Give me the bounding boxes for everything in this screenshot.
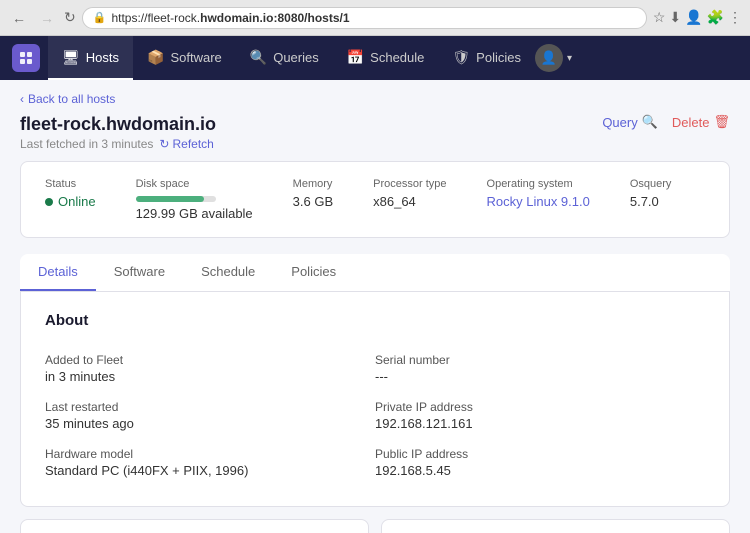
host-header: fleet-rock.hwdomain.io Last fetched in 3… [0,114,750,161]
refresh-button[interactable]: ↻ [64,9,76,26]
hosts-icon: 🖥 [62,49,80,66]
stat-processor: Processor type x86_64 [373,178,446,221]
query-icon: 🔍 [642,114,658,130]
tab-software[interactable]: Software [96,254,183,291]
address-bar[interactable]: 🔒 https://fleet-rock.hwdomain.io:8080/ho… [82,7,647,29]
delete-button[interactable]: Delete 🗑 [672,114,730,130]
stat-os-link[interactable]: Rocky Linux 9.1.0 [487,194,590,209]
menu-button[interactable]: ⋮ [728,9,742,26]
logo-icon [18,50,34,66]
about-restarted: Last restarted 35 minutes ago [45,392,375,439]
details-content: About Added to Fleet in 3 minutes Serial… [20,292,730,507]
nav-tab-policies[interactable]: 🛡 Policies [438,36,535,80]
extensions-button[interactable]: 🧩 [707,9,724,26]
stats-card: Status Online Disk space 129.99 GB avail… [20,161,730,238]
policies-icon: 🛡 [452,49,470,66]
about-added: Added to Fleet in 3 minutes [45,345,375,392]
forward-button[interactable]: → [36,8,58,28]
refetch-icon: ↻ [159,137,169,151]
back-button[interactable]: ← [8,8,30,28]
lock-icon: 🔒 [93,11,107,24]
query-button[interactable]: Query 🔍 [602,114,658,130]
nav-tab-software[interactable]: 📦 Software [133,36,236,80]
detail-tabs: Details Software Schedule Policies [20,254,730,292]
schedule-icon: 📅 [347,49,364,66]
nav-tab-hosts[interactable]: 🖥 Hosts [48,36,133,80]
back-chevron-icon: ‹ [20,92,24,106]
page-content: ‹ Back to all hosts fleet-rock.hwdomain.… [0,80,750,533]
disk-bar [136,196,216,202]
labels-card: Labels All Hosts All Linux [381,519,730,533]
agent-options-card: Agent options Config TLS refresh 1 min L… [20,519,369,533]
stat-disk: Disk space 129.99 GB available [136,178,253,221]
tab-policies[interactable]: Policies [273,254,354,291]
avatar-chevron-icon: ▾ [567,53,572,64]
about-public-ip: Public IP address 192.168.5.45 [375,439,705,486]
nav-logo[interactable] [12,44,40,72]
host-actions: Query 🔍 Delete 🗑 [602,114,730,130]
avatar: 👤 [535,44,563,72]
nav-tabs: 🖥 Hosts 📦 Software 🔍 Queries 📅 Schedule … [48,36,535,80]
browser-chrome: ← → ↻ 🔒 https://fleet-rock.hwdomain.io:8… [0,0,750,36]
delete-icon: 🗑 [713,114,730,130]
about-grid: Added to Fleet in 3 minutes Serial numbe… [45,345,705,486]
host-fetched: Last fetched in 3 minutes ↻ Refetch [20,137,216,151]
bookmark-button[interactable]: ☆ [653,9,666,26]
profile-button[interactable]: 👤 [685,9,702,26]
about-title: About [45,312,705,329]
stat-osquery: Osquery 5.7.0 [630,178,672,221]
stat-memory: Memory 3.6 GB [293,178,333,221]
about-hardware: Hardware model Standard PC (i440FX + PII… [45,439,375,486]
software-icon: 📦 [147,49,164,66]
download-button[interactable]: ⬇ [669,9,681,26]
tab-schedule[interactable]: Schedule [183,254,273,291]
about-serial: Serial number --- [375,345,705,392]
host-title-section: fleet-rock.hwdomain.io Last fetched in 3… [20,114,216,151]
tab-details[interactable]: Details [20,254,96,291]
avatar-wrapper[interactable]: 👤 ▾ [535,44,572,72]
browser-actions: ☆ ⬇ 👤 🧩 ⋮ [653,9,742,26]
back-to-hosts-link[interactable]: ‹ Back to all hosts [0,80,750,114]
navbar: 🖥 Hosts 📦 Software 🔍 Queries 📅 Schedule … [0,36,750,80]
bottom-row: Agent options Config TLS refresh 1 min L… [20,519,730,533]
stat-status-value: Online [45,194,96,209]
nav-tab-queries[interactable]: 🔍 Queries [236,36,333,80]
disk-fill [136,196,204,202]
online-dot [45,198,53,206]
refetch-button[interactable]: ↻ Refetch [159,137,213,151]
about-private-ip: Private IP address 192.168.121.161 [375,392,705,439]
stat-status: Status Online [45,178,96,221]
host-title: fleet-rock.hwdomain.io [20,114,216,135]
stat-os: Operating system Rocky Linux 9.1.0 [487,178,590,221]
url-text: https://fleet-rock.hwdomain.io:8080/host… [111,11,349,25]
nav-tab-schedule[interactable]: 📅 Schedule [333,36,439,80]
queries-icon: 🔍 [250,49,267,66]
